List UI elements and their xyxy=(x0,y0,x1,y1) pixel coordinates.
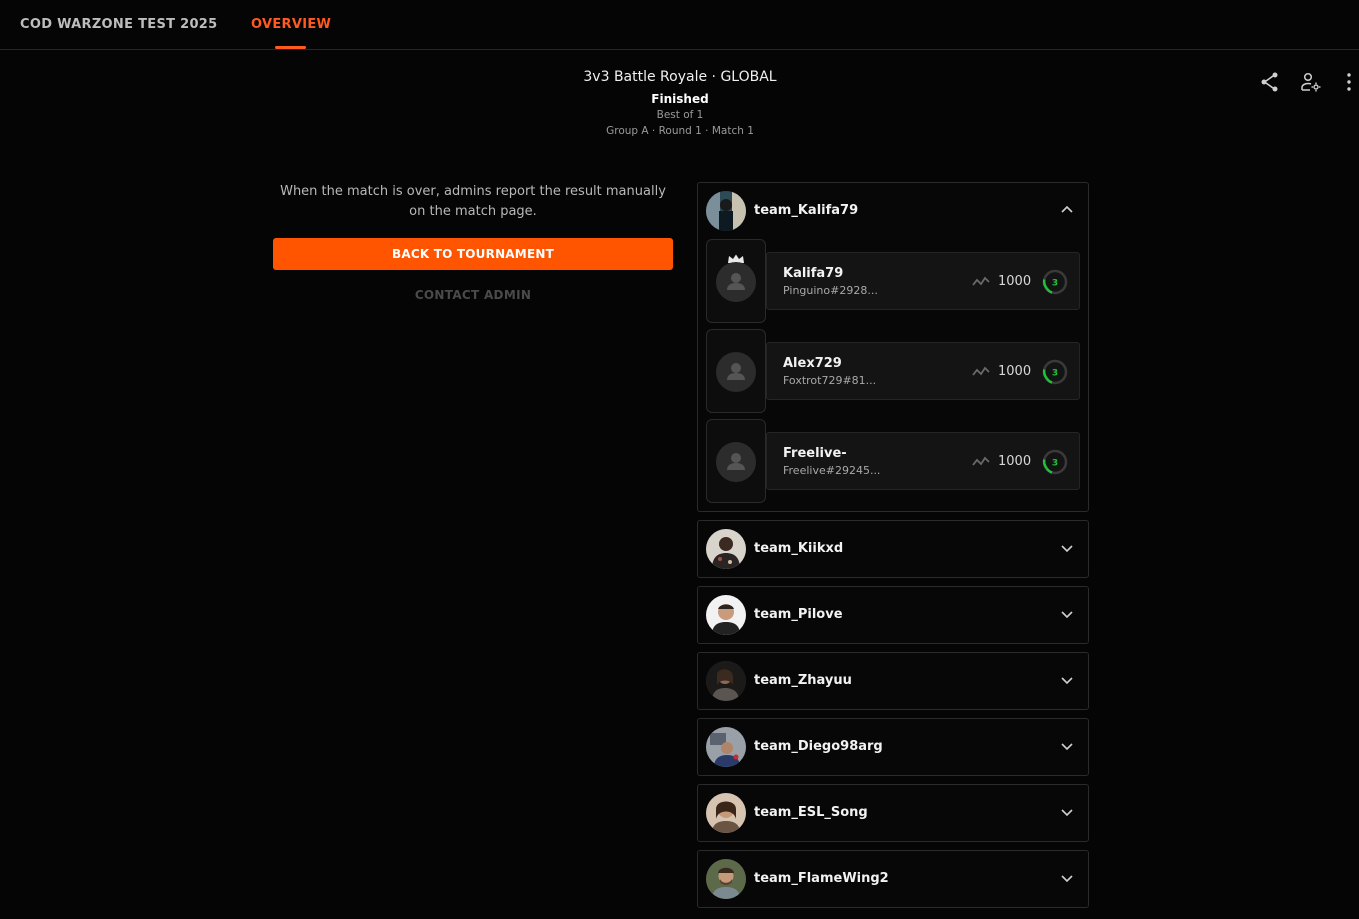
user-settings-icon[interactable] xyxy=(1299,70,1323,94)
match-location: Group A · Round 1 · Match 1 xyxy=(606,125,754,137)
match-title: 3v3 Battle Royale · GLOBAL xyxy=(583,69,777,85)
player-game-id: Foxtrot729#81... xyxy=(783,374,877,387)
team-name: team_FlameWing2 xyxy=(754,871,889,886)
team-avatar xyxy=(706,859,746,899)
player-avatar xyxy=(716,352,756,392)
chevron-up-icon[interactable] xyxy=(1060,203,1074,217)
tournament-title-link[interactable]: COD WARZONE TEST 2025 xyxy=(20,17,218,32)
match-best-of: Best of 1 xyxy=(656,109,704,121)
match-info-panel: When the match is over, admins report th… xyxy=(273,182,673,302)
team-card: team_FlameWing2 xyxy=(697,850,1089,908)
team-avatar xyxy=(706,793,746,833)
team-card: team_Kalifa79 Kalifa79 Pinguino#2928... … xyxy=(697,182,1089,512)
player-card: Freelive- Freelive#29245... 1000 3 xyxy=(766,432,1080,490)
player-name: Alex729 xyxy=(783,356,842,371)
team-avatar xyxy=(706,191,746,231)
elo-trend-icon xyxy=(972,456,990,466)
elo-trend-icon xyxy=(972,276,990,286)
more-options-icon[interactable] xyxy=(1337,70,1359,94)
player-row[interactable]: Freelive- Freelive#29245... 1000 3 xyxy=(706,419,1080,503)
chevron-down-icon[interactable] xyxy=(1060,607,1074,621)
player-elo: 1000 xyxy=(998,274,1032,289)
team-header[interactable]: team_Kalifa79 xyxy=(698,183,1088,239)
player-card: Alex729 Foxtrot729#81... 1000 3 xyxy=(766,342,1080,400)
skill-level-number: 3 xyxy=(1052,369,1058,379)
chevron-down-icon[interactable] xyxy=(1060,541,1074,555)
player-name: Kalifa79 xyxy=(783,266,844,281)
player-row[interactable]: Kalifa79 Pinguino#2928... 1000 3 xyxy=(706,239,1080,323)
player-avatar xyxy=(716,262,756,302)
team-header[interactable]: team_ESL_Song xyxy=(698,785,1088,841)
share-icon[interactable] xyxy=(1258,70,1282,94)
team-card: team_Zhayuu xyxy=(697,652,1089,710)
chevron-down-icon[interactable] xyxy=(1060,673,1074,687)
player-avatar-frame xyxy=(706,419,766,503)
player-elo: 1000 xyxy=(998,364,1032,379)
team-avatar xyxy=(706,595,746,635)
team-avatar xyxy=(706,661,746,701)
team-players: Kalifa79 Pinguino#2928... 1000 3 Alex729… xyxy=(698,239,1088,511)
match-status: Finished xyxy=(651,92,709,106)
skill-level-badge: 3 xyxy=(1042,359,1068,385)
team-list: team_Kalifa79 Kalifa79 Pinguino#2928... … xyxy=(697,182,1089,916)
result-report-info: When the match is over, admins report th… xyxy=(280,184,666,219)
team-name: team_Zhayuu xyxy=(754,673,852,688)
active-tab-indicator xyxy=(275,46,306,49)
chevron-down-icon[interactable] xyxy=(1060,805,1074,819)
team-header[interactable]: team_FlameWing2 xyxy=(698,851,1088,907)
contact-admin-button[interactable]: CONTACT ADMIN xyxy=(273,288,673,302)
team-card: team_Pilove xyxy=(697,586,1089,644)
team-card: team_Kiikxd xyxy=(697,520,1089,578)
back-to-tournament-button[interactable]: BACK TO TOURNAMENT xyxy=(273,238,673,270)
match-header: 3v3 Battle Royale · GLOBAL Finished Best… xyxy=(480,68,880,138)
top-nav: COD WARZONE TEST 2025 OVERVIEW xyxy=(0,0,1359,50)
player-game-id: Freelive#29245... xyxy=(783,464,881,477)
team-avatar xyxy=(706,727,746,767)
player-avatar-frame xyxy=(706,239,766,323)
team-name: team_Kalifa79 xyxy=(754,203,859,218)
chevron-down-icon[interactable] xyxy=(1060,871,1074,885)
team-avatar xyxy=(706,529,746,569)
chevron-down-icon[interactable] xyxy=(1060,739,1074,753)
skill-level-badge: 3 xyxy=(1042,269,1068,295)
team-name: team_ESL_Song xyxy=(754,805,868,820)
team-name: team_Pilove xyxy=(754,607,843,622)
player-elo: 1000 xyxy=(998,454,1032,469)
team-card: team_Diego98arg xyxy=(697,718,1089,776)
team-header[interactable]: team_Pilove xyxy=(698,587,1088,643)
elo-trend-icon xyxy=(972,366,990,376)
player-avatar-frame xyxy=(706,329,766,413)
team-card: team_ESL_Song xyxy=(697,784,1089,842)
player-name: Freelive- xyxy=(783,446,847,461)
team-header[interactable]: team_Zhayuu xyxy=(698,653,1088,709)
team-name: team_Kiikxd xyxy=(754,541,844,556)
skill-level-badge: 3 xyxy=(1042,449,1068,475)
player-game-id: Pinguino#2928... xyxy=(783,284,878,297)
team-header[interactable]: team_Kiikxd xyxy=(698,521,1088,577)
team-header[interactable]: team_Diego98arg xyxy=(698,719,1088,775)
skill-level-number: 3 xyxy=(1052,279,1058,289)
player-avatar xyxy=(716,442,756,482)
tab-overview[interactable]: OVERVIEW xyxy=(251,17,331,32)
skill-level-number: 3 xyxy=(1052,459,1058,469)
team-name: team_Diego98arg xyxy=(754,739,883,754)
player-row[interactable]: Alex729 Foxtrot729#81... 1000 3 xyxy=(706,329,1080,413)
player-card: Kalifa79 Pinguino#2928... 1000 3 xyxy=(766,252,1080,310)
